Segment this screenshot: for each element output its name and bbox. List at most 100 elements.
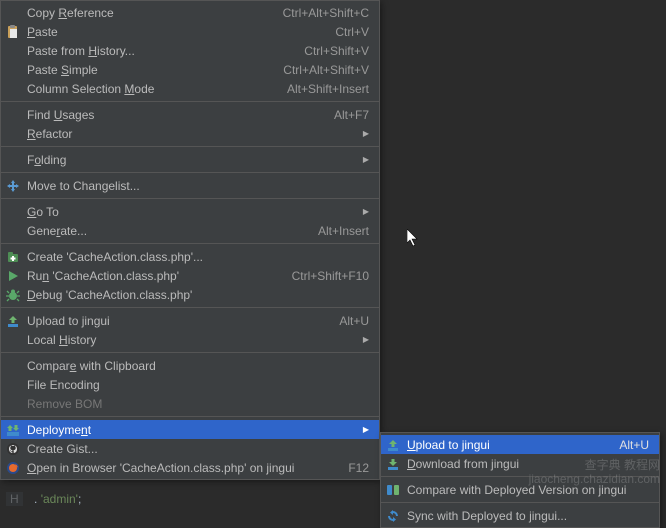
move-icon <box>5 178 21 194</box>
download-icon <box>385 456 401 472</box>
menu-item-upload-to-jingui[interactable]: Upload to jingui Alt+U <box>1 311 379 330</box>
submenu-arrow-icon: ▶ <box>363 129 369 138</box>
menu-item-debug-cacheaction-class-php[interactable]: Debug 'CacheAction.class.php' <box>1 285 379 304</box>
menu-label: Deployment <box>27 423 353 437</box>
menu-item-local-history[interactable]: Local History ▶ <box>1 330 379 349</box>
menu-item-file-encoding[interactable]: File Encoding <box>1 375 379 394</box>
menu-item-paste-from-history[interactable]: Paste from History... Ctrl+Shift+V <box>1 41 379 60</box>
blank-icon <box>5 332 21 348</box>
run-icon <box>5 268 21 284</box>
blank-icon <box>5 62 21 78</box>
menu-shortcut: F12 <box>348 461 369 475</box>
menu-separator <box>381 476 659 477</box>
menu-shortcut: Ctrl+Alt+Shift+V <box>283 63 369 77</box>
blank-icon <box>5 126 21 142</box>
ff-icon <box>5 460 21 476</box>
blank-icon <box>5 43 21 59</box>
menu-item-download-from-jingui[interactable]: Download from jingui <box>381 454 659 473</box>
menu-label: File Encoding <box>27 378 369 392</box>
blank-icon <box>5 204 21 220</box>
menu-shortcut: Ctrl+Alt+Shift+C <box>283 6 369 20</box>
menu-label: Paste Simple <box>27 63 263 77</box>
menu-item-generate[interactable]: Generate...Alt+Insert <box>1 221 379 240</box>
menu-item-go-to[interactable]: Go To ▶ <box>1 202 379 221</box>
menu-item-compare-with-clipboard[interactable]: Compare with Clipboard <box>1 356 379 375</box>
menu-label: Upload to jingui <box>27 314 319 328</box>
menu-item-paste-simple[interactable]: Paste Simple Ctrl+Alt+Shift+V <box>1 60 379 79</box>
menu-item-create-gist[interactable]: Create Gist... <box>1 439 379 458</box>
menu-label: Local History <box>27 333 353 347</box>
menu-item-refactor[interactable]: Refactor ▶ <box>1 124 379 143</box>
menu-item-open-in-browser-cacheaction-class-php-on[interactable]: Open in Browser 'CacheAction.class.php' … <box>1 458 379 477</box>
upload-icon <box>385 437 401 453</box>
menu-separator <box>381 502 659 503</box>
menu-separator <box>1 352 379 353</box>
menu-separator <box>1 243 379 244</box>
menu-item-run-cacheaction-class-php[interactable]: Run 'CacheAction.class.php' Ctrl+Shift+F1… <box>1 266 379 285</box>
submenu-arrow-icon: ▶ <box>363 155 369 164</box>
menu-item-find-usages[interactable]: Find Usages Alt+F7 <box>1 105 379 124</box>
menu-shortcut: Ctrl+Shift+V <box>304 44 369 58</box>
menu-label: Go To <box>27 205 353 219</box>
menu-item-paste[interactable]: Paste Ctrl+V <box>1 22 379 41</box>
submenu-arrow-icon: ▶ <box>363 425 369 434</box>
menu-item-copy-reference[interactable]: Copy ReferenceCtrl+Alt+Shift+C <box>1 3 379 22</box>
menu-separator <box>1 416 379 417</box>
menu-label: Compare with Clipboard <box>27 359 369 373</box>
menu-item-column-selection-mode[interactable]: Column Selection ModeAlt+Shift+Insert <box>1 79 379 98</box>
context-menu-deployment: Upload to jingui Alt+U Download from jingu… <box>380 432 660 528</box>
compare-icon <box>385 482 401 498</box>
menu-label: Create 'CacheAction.class.php'... <box>27 250 369 264</box>
menu-label: Debug 'CacheAction.class.php' <box>27 288 369 302</box>
context-menu-main: Copy ReferenceCtrl+Alt+Shift+C Paste Ctrl+… <box>0 0 380 480</box>
menu-label: Upload to jingui <box>407 438 599 452</box>
blank-icon <box>5 358 21 374</box>
menu-shortcut: Alt+Insert <box>318 224 369 238</box>
menu-shortcut: Ctrl+Shift+F10 <box>292 269 369 283</box>
deploy-icon <box>5 422 21 438</box>
menu-label: Move to Changelist... <box>27 179 369 193</box>
menu-label: Column Selection Mode <box>27 82 267 96</box>
menu-item-deployment[interactable]: Deployment ▶ <box>1 420 379 439</box>
submenu-arrow-icon: ▶ <box>363 335 369 344</box>
menu-label: Sync with Deployed to jingui... <box>407 509 649 523</box>
menu-separator <box>1 198 379 199</box>
menu-label: Find Usages <box>27 108 314 122</box>
menu-shortcut: Alt+U <box>339 314 369 328</box>
menu-shortcut: Alt+F7 <box>334 108 369 122</box>
menu-item-compare-with-deployed-version-on-jingui[interactable]: Compare with Deployed Version on jingui <box>381 480 659 499</box>
blank-icon <box>5 377 21 393</box>
menu-label: Remove BOM <box>27 397 369 411</box>
menu-shortcut: Alt+U <box>619 438 649 452</box>
create-icon <box>5 249 21 265</box>
menu-label: Refactor <box>27 127 353 141</box>
menu-label: Download from jingui <box>407 457 649 471</box>
menu-label: Paste <box>27 25 315 39</box>
blank-icon <box>5 81 21 97</box>
blank-icon <box>5 396 21 412</box>
menu-shortcut: Ctrl+V <box>335 25 369 39</box>
paste-icon <box>5 24 21 40</box>
menu-item-sync-with-deployed-to-jingui[interactable]: Sync with Deployed to jingui... <box>381 506 659 525</box>
menu-item-folding[interactable]: Folding ▶ <box>1 150 379 169</box>
menu-label: Folding <box>27 153 353 167</box>
blank-icon <box>5 223 21 239</box>
gutter-letter: H <box>6 492 23 506</box>
blank-icon <box>5 5 21 21</box>
menu-separator <box>1 101 379 102</box>
menu-label: Run 'CacheAction.class.php' <box>27 269 272 283</box>
submenu-arrow-icon: ▶ <box>363 207 369 216</box>
menu-item-create-cacheaction-class-php[interactable]: Create 'CacheAction.class.php'... <box>1 247 379 266</box>
menu-item-upload-to-jingui[interactable]: Upload to jingui Alt+U <box>381 435 659 454</box>
menu-label: Paste from History... <box>27 44 284 58</box>
upload-icon <box>5 313 21 329</box>
blank-icon <box>5 107 21 123</box>
debug-icon <box>5 287 21 303</box>
menu-label: Compare with Deployed Version on jingui <box>407 483 649 497</box>
code-line: H . 'admin'; <box>6 492 81 508</box>
menu-item-remove-bom: Remove BOM <box>1 394 379 413</box>
blank-icon <box>5 152 21 168</box>
menu-item-move-to-changelist[interactable]: Move to Changelist... <box>1 176 379 195</box>
gist-icon <box>5 441 21 457</box>
menu-label: Open in Browser 'CacheAction.class.php' … <box>27 461 328 475</box>
